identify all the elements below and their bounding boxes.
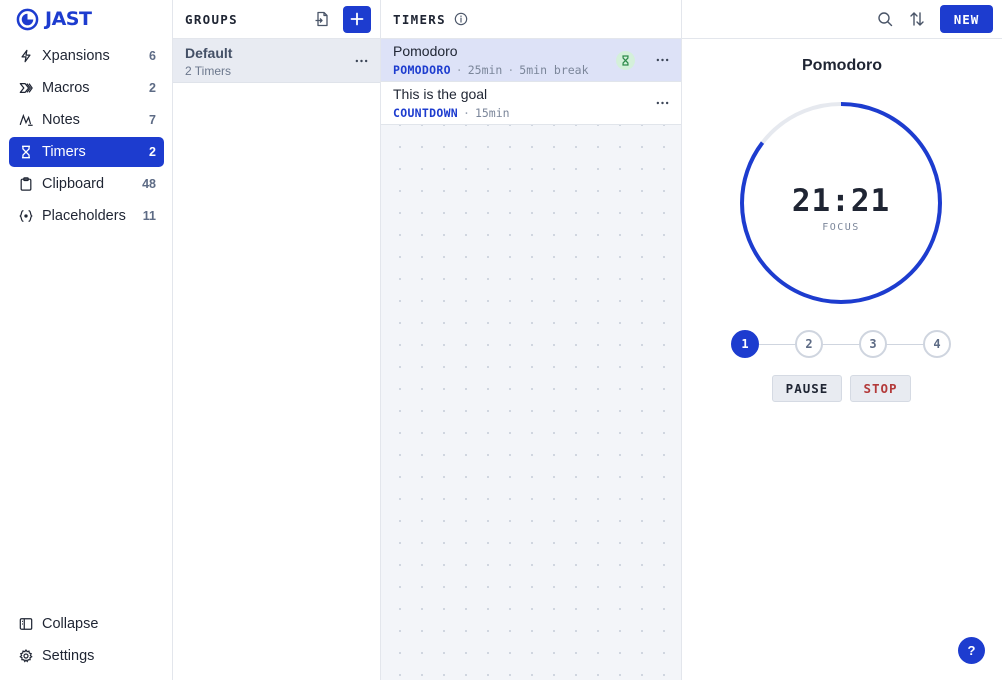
chevrons-icon bbox=[19, 81, 33, 95]
import-group-button[interactable] bbox=[309, 6, 335, 32]
ellipsis-icon bbox=[355, 59, 367, 63]
timer-type: COUNTDOWN bbox=[393, 106, 459, 120]
app-name: JAST bbox=[45, 8, 92, 30]
sidebar-bottom-nav: Collapse Settings bbox=[9, 609, 164, 673]
logo-icon bbox=[16, 8, 39, 30]
settings-button[interactable]: Settings bbox=[9, 641, 164, 671]
group-name: Default bbox=[185, 45, 233, 61]
timer-type: POMODORO bbox=[393, 63, 451, 77]
timer-item-pomodoro[interactable]: Pomodoro POMODORO · 25min · 5min break bbox=[381, 39, 681, 82]
timers-panel: TIMERS Pomodoro POMODORO · 25min · 5min brea… bbox=[381, 0, 682, 680]
collapse-label: Collapse bbox=[42, 616, 99, 632]
step-connector bbox=[759, 344, 925, 345]
step-2[interactable]: 2 bbox=[795, 330, 823, 358]
pause-button[interactable]: PAUSE bbox=[772, 375, 842, 402]
sidebar-item-label: Macros bbox=[42, 80, 90, 96]
group-item-default[interactable]: Default 2 Timers bbox=[173, 39, 380, 83]
timer-name: This is the goal bbox=[393, 86, 488, 102]
groups-title: GROUPS bbox=[185, 11, 238, 27]
pomodoro-steps: 1 2 3 4 bbox=[731, 330, 953, 360]
help-button[interactable]: ? bbox=[958, 637, 985, 664]
timer-display: 21:21 bbox=[791, 183, 891, 219]
hourglass-icon bbox=[622, 55, 629, 66]
search-button[interactable] bbox=[872, 6, 898, 32]
sidebar-collapse-icon bbox=[19, 617, 33, 631]
sidebar-item-placeholders[interactable]: Placeholders 11 bbox=[9, 201, 164, 231]
sidebar-item-count: 2 bbox=[149, 145, 156, 159]
group-count: 2 Timers bbox=[185, 64, 232, 78]
ellipsis-icon bbox=[656, 101, 668, 105]
plus-icon bbox=[350, 12, 364, 26]
timer-item-goal[interactable]: This is the goal COUNTDOWN · 15min bbox=[381, 82, 681, 125]
timers-header: TIMERS bbox=[381, 0, 681, 39]
lightning-icon bbox=[19, 49, 33, 63]
step-4[interactable]: 4 bbox=[923, 330, 951, 358]
gear-icon bbox=[19, 649, 33, 663]
sidebar-item-count: 11 bbox=[142, 209, 156, 223]
ellipsis-icon bbox=[656, 58, 668, 62]
sort-button[interactable] bbox=[904, 6, 930, 32]
group-more-button[interactable] bbox=[352, 52, 370, 70]
timer-more-button[interactable] bbox=[653, 51, 671, 69]
groups-header: GROUPS bbox=[173, 0, 380, 39]
timer-duration: 15min bbox=[474, 106, 510, 120]
braces-icon bbox=[19, 209, 33, 223]
sidebar-item-label: Xpansions bbox=[42, 48, 110, 64]
clipboard-icon bbox=[19, 177, 33, 191]
hourglass-icon bbox=[19, 145, 33, 159]
sidebar-item-label: Clipboard bbox=[42, 176, 105, 192]
sidebar-item-notes[interactable]: Notes 7 bbox=[9, 105, 164, 135]
timer-break: 5min break bbox=[519, 63, 589, 77]
sidebar: JAST Xpansions 6 Macros 2 Notes 7 Timers… bbox=[0, 0, 173, 680]
search-icon bbox=[878, 12, 893, 27]
app-logo[interactable]: JAST bbox=[16, 7, 92, 31]
sort-icon bbox=[910, 12, 924, 26]
pen-icon bbox=[19, 113, 33, 127]
sidebar-nav: Xpansions 6 Macros 2 Notes 7 Timers 2 Cl… bbox=[9, 41, 164, 233]
detail-title: Pomodoro bbox=[802, 57, 882, 74]
collapse-button[interactable]: Collapse bbox=[9, 609, 164, 639]
step-3[interactable]: 3 bbox=[859, 330, 887, 358]
sidebar-item-count: 6 bbox=[149, 49, 156, 63]
sidebar-item-count: 7 bbox=[149, 113, 156, 127]
step-1[interactable]: 1 bbox=[731, 330, 759, 358]
file-import-icon bbox=[315, 11, 328, 27]
timers-title: TIMERS bbox=[393, 11, 446, 27]
timer-more-button[interactable] bbox=[653, 94, 671, 112]
groups-panel: GROUPS Default 2 Timers bbox=[173, 0, 381, 680]
sidebar-item-count: 2 bbox=[149, 81, 156, 95]
running-badge bbox=[616, 51, 635, 70]
sidebar-item-count: 48 bbox=[142, 177, 156, 191]
phase-label: FOCUS bbox=[822, 222, 860, 233]
add-group-button[interactable] bbox=[343, 5, 371, 33]
info-icon[interactable] bbox=[454, 12, 468, 26]
sidebar-item-label: Timers bbox=[42, 144, 86, 160]
settings-label: Settings bbox=[42, 648, 95, 664]
timer-meta: COUNTDOWN · 15min bbox=[393, 106, 510, 120]
sidebar-item-macros[interactable]: Macros 2 bbox=[9, 73, 164, 103]
stop-button[interactable]: STOP bbox=[850, 375, 911, 402]
sidebar-item-timers[interactable]: Timers 2 bbox=[9, 137, 164, 167]
sidebar-item-label: Placeholders bbox=[42, 208, 126, 224]
new-timer-button[interactable]: NEW bbox=[940, 5, 993, 33]
sidebar-item-clipboard[interactable]: Clipboard 48 bbox=[9, 169, 164, 199]
sidebar-item-xpansions[interactable]: Xpansions 6 bbox=[9, 41, 164, 71]
timer-duration: 25min bbox=[467, 63, 503, 77]
timer-detail-panel: Pomodoro 21:21 FOCUS 1 2 3 4 PAUSE STOP bbox=[682, 0, 1002, 680]
timers-toolbar: NEW bbox=[682, 0, 1002, 39]
sidebar-item-label: Notes bbox=[42, 112, 80, 128]
